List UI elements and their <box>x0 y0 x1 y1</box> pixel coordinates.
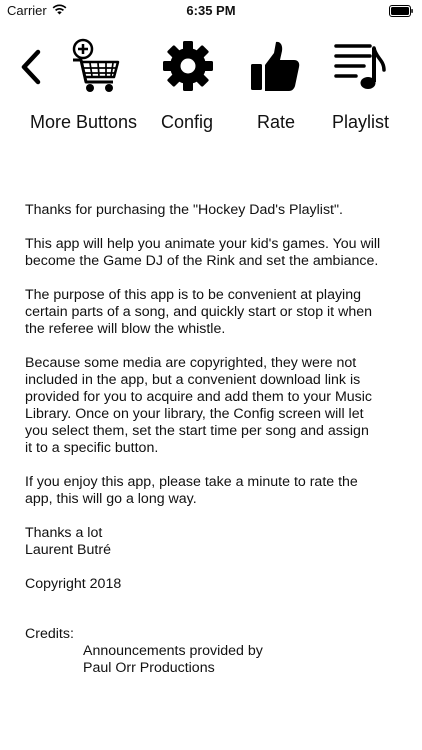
app-purpose-paragraph: This app will help you animate your kid'… <box>25 236 381 269</box>
gear-icon <box>163 41 213 91</box>
status-bar: Carrier 6:35 PM <box>0 0 422 22</box>
about-text: Thanks for purchasing the "Hockey Dad's … <box>25 202 405 610</box>
credits-line: Announcements provided by <box>83 643 263 659</box>
convenience-paragraph: The purpose of this app is to be conveni… <box>25 287 372 337</box>
copyright-paragraph: Copyright 2018 <box>25 576 122 592</box>
config-button[interactable]: Config <box>156 36 220 140</box>
copyright-media-paragraph: Because some media are copyrighted, they… <box>25 355 372 456</box>
rate-button[interactable]: Rate <box>243 36 307 140</box>
config-label: Config <box>161 112 214 132</box>
credits-line: Paul Orr Productions <box>83 660 215 676</box>
rate-request-paragraph: If you enjoy this app, please take a min… <box>25 474 358 507</box>
credits-title: Credits: <box>25 626 74 642</box>
credits-section: Credits: Announcements provided by Paul … <box>25 626 263 677</box>
playlist-label: Playlist <box>332 112 390 132</box>
purchase-thanks-paragraph: Thanks for purchasing the "Hockey Dad's … <box>25 202 343 218</box>
status-time: 6:35 PM <box>186 3 236 18</box>
shopping-cart-plus-icon <box>72 38 120 92</box>
music-playlist-icon <box>334 44 386 89</box>
more-buttons-label: More Buttons <box>30 112 138 132</box>
battery-icon <box>389 5 413 17</box>
rate-label: Rate <box>257 112 296 132</box>
signature-paragraph: Thanks a lot Laurent Butré <box>25 525 111 558</box>
toolbar: More Buttons Config Rate Playlist <box>0 36 422 140</box>
more-buttons-button[interactable]: More Buttons <box>24 36 140 140</box>
thumbs-up-icon <box>251 41 300 91</box>
playlist-button[interactable]: Playlist <box>328 36 398 140</box>
